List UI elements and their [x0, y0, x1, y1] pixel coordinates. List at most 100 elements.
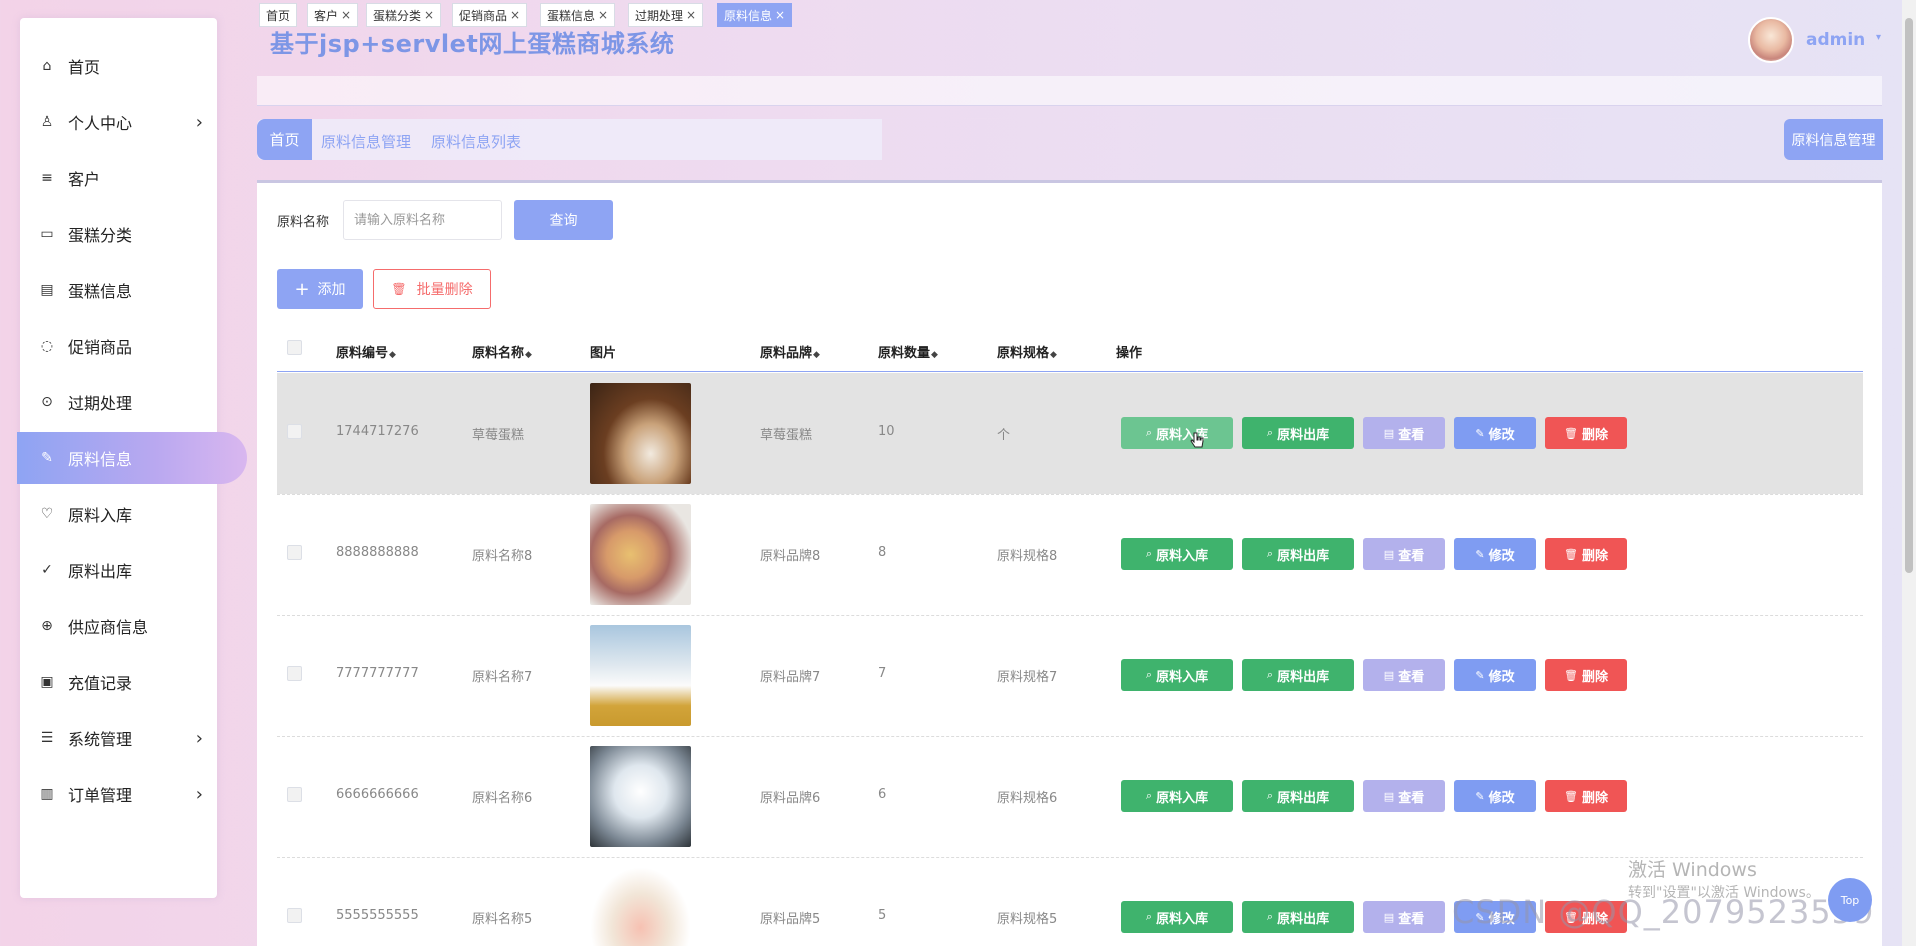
close-icon[interactable]: × — [510, 8, 520, 22]
column-header[interactable]: 原料规格◆ — [997, 342, 1057, 361]
sidebar-item[interactable]: ▭ 蛋糕分类 — [20, 208, 217, 260]
tab-tag-label: 原料信息 — [724, 8, 773, 23]
tab-tag[interactable]: 客户 × — [307, 3, 359, 27]
view-button[interactable]: ▤ 查看 — [1363, 417, 1445, 449]
sidebar-item-label: 原料信息 — [68, 450, 133, 469]
edit-button[interactable]: ✎ 修改 — [1454, 659, 1536, 691]
sidebar-item[interactable]: ⌂ 首页 — [20, 40, 217, 92]
back-to-top-button[interactable]: Top — [1828, 878, 1872, 922]
scrollbar-thumb[interactable] — [1905, 18, 1913, 573]
search-icon: ⌕ — [1145, 668, 1153, 681]
row-checkbox[interactable] — [287, 545, 302, 560]
column-header: 操作 — [1116, 346, 1143, 361]
row-checkbox[interactable] — [287, 666, 302, 681]
view-button[interactable]: ▤ 查看 — [1363, 659, 1445, 691]
sidebar-item[interactable]: ⊙ 过期处理 — [20, 376, 217, 428]
sidebar-item[interactable]: ▣ 充值记录 — [20, 656, 217, 708]
sidebar-item[interactable]: ≡ 客户 — [20, 152, 217, 204]
column-header[interactable]: 原料数量◆ — [878, 342, 938, 361]
tab-tag-label: 蛋糕分类 — [373, 8, 422, 23]
batch-delete-button[interactable]: 🗑 批量删除 — [373, 269, 491, 309]
stock-out-button[interactable]: ⌕ 原料出库 — [1242, 780, 1354, 812]
sidebar-item-label: 供应商信息 — [68, 618, 149, 637]
cell-qty: 6 — [878, 787, 887, 802]
cell-name: 草莓蛋糕 — [472, 428, 525, 443]
document-icon: ▤ — [1383, 789, 1395, 803]
close-icon[interactable]: × — [775, 8, 785, 22]
tab-tag[interactable]: 过期处理 × — [628, 3, 704, 27]
tab-tag[interactable]: 蛋糕信息 × — [540, 3, 616, 27]
row-checkbox[interactable] — [287, 787, 302, 802]
view-button[interactable]: ▤ 查看 — [1363, 538, 1445, 570]
search-input[interactable] — [343, 200, 502, 240]
edit-button[interactable]: ✎ 修改 — [1454, 780, 1536, 812]
stock-in-button[interactable]: ⌕ 原料入库 — [1121, 901, 1233, 933]
row-checkbox[interactable] — [287, 908, 302, 923]
tab-tag[interactable]: 原料信息 × — [717, 3, 793, 27]
delete-button[interactable]: 🗑 删除 — [1545, 659, 1627, 691]
stock-in-button[interactable]: ⌕ 原料入库 — [1121, 538, 1233, 570]
sidebar-item[interactable]: ▤ 蛋糕信息 — [20, 264, 217, 316]
cell-brand: 原料品牌6 — [760, 791, 821, 806]
user-name[interactable]: admin — [1806, 30, 1865, 50]
sidebar-item[interactable]: ☰ 系统管理 › — [20, 712, 217, 764]
view-button[interactable]: ▤ 查看 — [1363, 901, 1445, 933]
add-button[interactable]: + 添加 — [277, 269, 363, 309]
select-all-checkbox[interactable] — [287, 340, 302, 355]
sort-icon: ◆ — [931, 350, 938, 360]
cell-code: 1744717276 — [336, 424, 419, 439]
delete-button[interactable]: 🗑 删除 — [1545, 780, 1627, 812]
close-icon[interactable]: × — [686, 8, 696, 22]
row-divider — [277, 857, 1863, 858]
trash-icon: 🗑 — [1564, 547, 1578, 561]
edit-button[interactable]: ✎ 修改 — [1454, 538, 1536, 570]
sidebar-item-label: 原料出库 — [68, 562, 133, 581]
edit-button[interactable]: ✎ 修改 — [1454, 417, 1536, 449]
breadcrumb-item[interactable]: 原料信息列表 — [431, 131, 521, 152]
tab-tag[interactable]: 促销商品 × — [452, 3, 528, 27]
stock-in-button[interactable]: ⌕ 原料入库 — [1121, 659, 1233, 691]
cell-name: 原料名称8 — [472, 549, 533, 564]
column-header[interactable]: 原料品牌◆ — [760, 342, 820, 361]
avatar[interactable] — [1748, 17, 1794, 63]
row-checkbox[interactable] — [287, 424, 302, 439]
cell-brand: 原料品牌7 — [760, 670, 821, 685]
sidebar-item[interactable]: ♙ 个人中心 › — [20, 96, 217, 148]
sort-icon: ◆ — [1050, 350, 1057, 360]
breadcrumb-home[interactable]: 首页 — [257, 119, 312, 160]
cell-spec: 原料规格5 — [997, 912, 1058, 927]
tab-tag[interactable]: 首页 — [259, 3, 298, 27]
stock-in-button[interactable]: ⌕ 原料入库 — [1121, 417, 1233, 449]
delete-button[interactable]: 🗑 删除 — [1545, 417, 1627, 449]
sidebar-item[interactable]: ⊕ 供应商信息 — [20, 600, 217, 652]
stock-out-button[interactable]: ⌕ 原料出库 — [1242, 901, 1354, 933]
column-header[interactable]: 原料编号◆ — [336, 342, 396, 361]
stock-out-button[interactable]: ⌕ 原料出库 — [1242, 659, 1354, 691]
dessert-thumbnail — [590, 867, 691, 946]
sort-icon: ◆ — [813, 350, 820, 360]
info-icon: ▤ — [40, 282, 54, 298]
stock-out-button[interactable]: ⌕ 原料出库 — [1242, 538, 1354, 570]
breadcrumb-item[interactable]: 原料信息管理 — [321, 131, 411, 152]
query-button[interactable]: 查询 — [514, 200, 613, 240]
search-icon: ⌕ — [1145, 426, 1153, 439]
activation-watermark-title: 激活 Windows — [1628, 859, 1757, 881]
stock-in-button[interactable]: ⌕ 原料入库 — [1121, 780, 1233, 812]
close-icon[interactable]: × — [424, 8, 434, 22]
tab-tag[interactable]: 蛋糕分类 × — [366, 3, 442, 27]
sidebar-item[interactable]: ♡ 原料入库 — [20, 488, 217, 540]
close-icon[interactable]: × — [341, 8, 351, 22]
sidebar-item[interactable]: ▥ 订单管理 › — [20, 768, 217, 820]
sidebar-item[interactable]: ✎ 原料信息 — [17, 432, 247, 484]
document-icon: ▤ — [1383, 668, 1395, 682]
stock-out-button[interactable]: ⌕ 原料出库 — [1242, 417, 1354, 449]
sidebar-item[interactable]: ◌ 促销商品 — [20, 320, 217, 372]
sort-icon: ◆ — [389, 350, 396, 360]
column-header[interactable]: 原料名称◆ — [472, 342, 532, 361]
sidebar-item[interactable]: ✓ 原料出库 — [20, 544, 217, 596]
close-icon[interactable]: × — [598, 8, 608, 22]
chevron-down-icon[interactable]: ▾ — [1876, 32, 1881, 43]
edit-icon: ✎ — [1475, 426, 1485, 440]
view-button[interactable]: ▤ 查看 — [1363, 780, 1445, 812]
delete-button[interactable]: 🗑 删除 — [1545, 538, 1627, 570]
